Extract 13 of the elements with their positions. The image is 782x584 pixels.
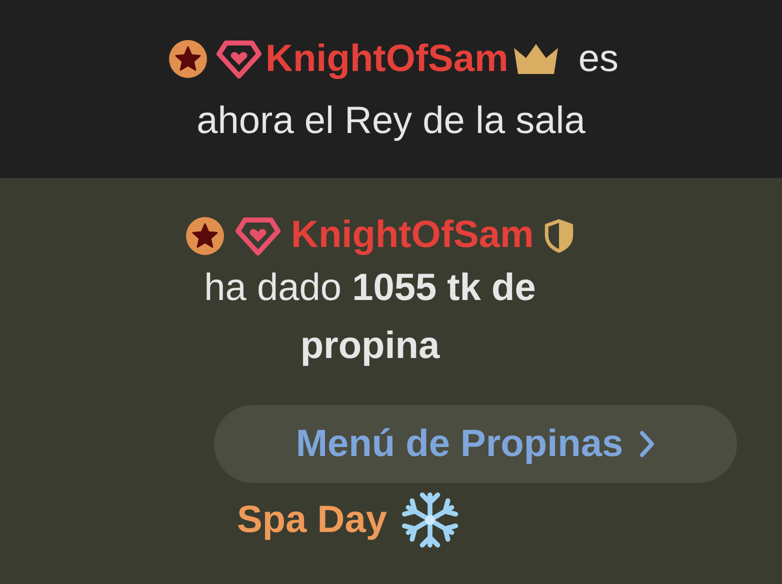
tip-item-label: Spa Day [237, 498, 387, 542]
username: KnightOfSam [266, 37, 508, 82]
snowflake-icon [400, 491, 459, 549]
heart-gem-icon [216, 39, 262, 79]
tip-menu-button[interactable]: Menú de Propinas [214, 405, 737, 483]
tip-message: ha dado 1055 tk de propina [203, 266, 537, 369]
username: KnightOfSam [291, 214, 534, 257]
notice-text: es [578, 37, 618, 82]
shield-icon [544, 218, 574, 254]
chevron-right-icon [639, 430, 656, 458]
heart-gem-icon [235, 216, 281, 256]
crown-icon [512, 42, 560, 76]
notice-text: ahora el Rey de la sala [196, 99, 586, 144]
